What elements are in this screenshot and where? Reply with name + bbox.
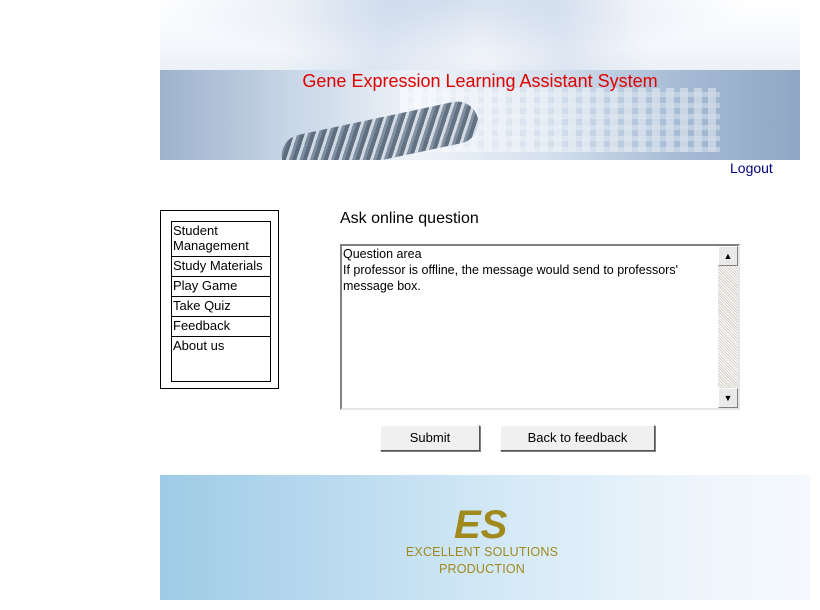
page-title: Gene Expression Learning Assistant Syste… [302,71,658,91]
company-name: EXCELLENT SOLUTIONS PRODUCTION [392,544,572,578]
sidebar-item-study-materials[interactable]: Study Materials [171,256,271,276]
submit-button[interactable]: Submit [380,425,480,451]
back-to-feedback-button[interactable]: Back to feedback [500,425,655,451]
sidebar-item-student-management[interactable]: Student Management [171,221,271,256]
vertical-scrollbar[interactable]: ▲ ▼ [718,246,738,408]
logout-link[interactable]: Logout [730,160,773,176]
company-name-line2: PRODUCTION [438,562,526,576]
sidebar-item-play-game[interactable]: Play Game [171,276,271,296]
header-banner: Gene Expression Learning Assistant Syste… [160,0,800,160]
sidebar-menu: Student Management Study Materials Play … [160,210,279,389]
scroll-up-arrow-icon[interactable]: ▲ [718,246,738,266]
sidebar-menu-list: Student Management Study Materials Play … [171,221,271,382]
question-textarea[interactable]: Question area If professor is offline, t… [340,244,740,410]
sidebar-item-about-us[interactable]: About us [171,336,271,382]
es-logo-icon: ES [454,503,508,542]
sidebar-item-feedback[interactable]: Feedback [171,316,271,336]
section-heading: Ask online question [340,210,479,227]
company-name-line1: EXCELLENT SOLUTIONS [405,545,559,559]
sidebar-item-take-quiz[interactable]: Take Quiz [171,296,271,316]
es-logo-text: ES [454,503,508,542]
banner-light-rays [160,0,800,70]
scroll-down-arrow-icon[interactable]: ▼ [718,388,738,408]
question-text[interactable]: Question area If professor is offline, t… [342,246,717,294]
